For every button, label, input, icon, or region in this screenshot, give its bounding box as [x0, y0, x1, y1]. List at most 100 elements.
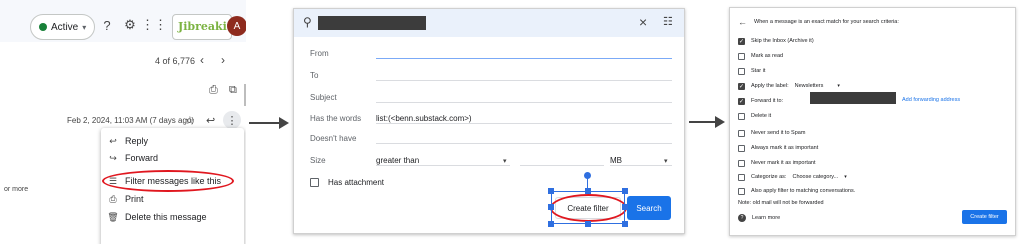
menu-item-label: Print [125, 194, 144, 204]
gear-icon[interactable]: ⚙ [121, 16, 139, 34]
option-label: Apply the label: [751, 83, 789, 89]
checkbox-icon [738, 52, 745, 60]
size-unit-underline [610, 165, 672, 166]
arrow-right-icon [715, 116, 725, 128]
option-apply-label[interactable]: ✓ Apply the label: Newsletters ▾ [738, 81, 840, 91]
star-icon[interactable]: ☆ [185, 114, 195, 127]
category-select[interactable]: Choose category... [792, 174, 838, 180]
size-unit-select[interactable]: MB [610, 156, 622, 165]
help-circle-icon: ? [738, 214, 746, 222]
has-attachment-checkbox[interactable] [310, 178, 319, 187]
has-attachment-label: Has attachment [328, 178, 385, 187]
option-apply-existing[interactable]: Also apply filter to matching conversati… [738, 186, 855, 196]
scrollbar[interactable] [244, 84, 246, 106]
highlight-ellipse [102, 170, 234, 192]
option-label: Never mark it as important [751, 160, 816, 166]
status-dot-icon [39, 23, 47, 31]
search-options-panel: ⚲ × ☷ From To Subject Has the words list… [293, 8, 685, 234]
search-options-icon[interactable]: ☷ [663, 15, 673, 28]
snippet-fragment: or more [4, 186, 29, 193]
option-forward[interactable]: ✓ Forward it to: [738, 96, 783, 106]
option-delete[interactable]: Delete it [738, 111, 771, 121]
menu-item-label: Delete this message [125, 212, 207, 222]
caret-down-icon: ▾ [844, 174, 847, 180]
size-operator-select[interactable]: greater than [376, 156, 419, 165]
from-field[interactable] [376, 58, 672, 59]
menu-item-delete[interactable]: 🗑 Delete this message [101, 207, 244, 227]
resize-handle [585, 221, 591, 227]
resize-handle [622, 221, 628, 227]
doesnt-have-label: Doesn't have [310, 134, 357, 143]
option-label: Always mark it as important [751, 145, 819, 151]
status-label: Active [51, 21, 79, 33]
option-mark-read[interactable]: Mark as read [738, 51, 783, 61]
learn-more-link[interactable]: ? Learn more [738, 214, 780, 222]
option-skip-inbox[interactable]: ✓ Skip the Inbox (Archive it) [738, 36, 814, 46]
rotation-handle [584, 172, 591, 179]
option-label: Also apply filter to matching conversati… [751, 188, 856, 194]
option-label: Never send it to Spam [751, 130, 806, 136]
option-never-important[interactable]: Never mark it as important [738, 158, 816, 168]
arrow-line [249, 122, 279, 124]
label-select[interactable]: Newsletters [795, 83, 824, 89]
has-words-field[interactable]: list:(<benn.substack.com>) [376, 114, 472, 123]
has-words-label: Has the words [310, 114, 362, 123]
resize-handle [548, 221, 554, 227]
redacted-forward-address[interactable] [810, 92, 896, 104]
menu-item-forward[interactable]: ↪ Forward [101, 148, 244, 168]
learn-more-label: Learn more [752, 215, 781, 221]
option-label: Delete it [751, 113, 772, 119]
has-words-underline [376, 123, 672, 124]
message-date: Feb 2, 2024, 11:03 AM (7 days ago) [67, 116, 195, 125]
checkbox-checked-icon: ✓ [738, 97, 745, 105]
help-circle-icon[interactable]: ? [98, 16, 116, 34]
reply-icon: ↩ [109, 135, 117, 146]
menu-item-print[interactable]: ⎙ Print [101, 189, 244, 209]
resize-handle [585, 188, 591, 194]
resize-handle [622, 188, 628, 194]
subject-label: Subject [310, 93, 337, 102]
option-categorize[interactable]: Categorize as: Choose category... ▾ [738, 172, 847, 182]
status-dropdown[interactable]: Active ▾ [30, 14, 96, 40]
option-star-it[interactable]: Star it [738, 66, 765, 76]
from-label: From [310, 49, 329, 58]
option-label: Skip the Inbox (Archive it) [751, 38, 814, 44]
forwarding-note: Note: old mail will not be forwarded [738, 200, 824, 206]
checkbox-checked-icon: ✓ [738, 82, 745, 90]
back-arrow-icon[interactable]: ← [738, 17, 747, 27]
subject-field[interactable] [376, 102, 672, 103]
to-field[interactable] [376, 80, 672, 81]
avatar[interactable]: A [227, 16, 246, 36]
search-bar[interactable]: ⚲ × ☷ [294, 9, 684, 37]
option-always-important[interactable]: Always mark it as important [738, 143, 818, 153]
checkbox-checked-icon: ✓ [738, 37, 745, 45]
close-icon[interactable]: × [639, 14, 647, 30]
caret-down-icon: ▾ [664, 158, 668, 165]
apps-grid-icon[interactable]: ⋮⋮ [141, 16, 167, 34]
chevron-right-icon[interactable]: › [221, 53, 225, 67]
more-options-icon[interactable]: ⋮ [223, 111, 241, 129]
option-label: Mark as read [751, 53, 784, 59]
doesnt-have-field[interactable] [376, 143, 672, 144]
selection-frame [551, 191, 625, 224]
pagination-count: 4 of 6,776 [155, 56, 196, 66]
option-label: Categorize as: [751, 174, 787, 180]
resize-handle [622, 204, 628, 210]
caret-down-icon: ▾ [837, 83, 840, 89]
reply-icon[interactable]: ↩ [206, 114, 215, 127]
chevron-left-icon[interactable]: ‹ [200, 53, 204, 67]
filter-actions-panel: ← When a message is an exact match for y… [729, 7, 1016, 236]
size-value-field[interactable] [520, 165, 604, 166]
add-forwarding-link[interactable]: Add forwarding address [902, 97, 960, 103]
checkbox-icon [738, 67, 745, 75]
size-operator-underline [376, 165, 510, 166]
menu-item-label: Forward [125, 153, 159, 163]
forward-icon: ↪ [109, 152, 117, 163]
open-new-window-icon[interactable]: ⧉ [229, 84, 237, 97]
option-never-spam[interactable]: Never send it to Spam [738, 128, 805, 138]
print-icon[interactable]: ⎙ [209, 84, 218, 97]
arrow-right-icon [279, 117, 289, 129]
create-filter-button[interactable]: Create filter [962, 210, 1007, 224]
search-button[interactable]: Search [627, 196, 671, 220]
brand-logo[interactable]: Jibreakits [172, 14, 238, 40]
